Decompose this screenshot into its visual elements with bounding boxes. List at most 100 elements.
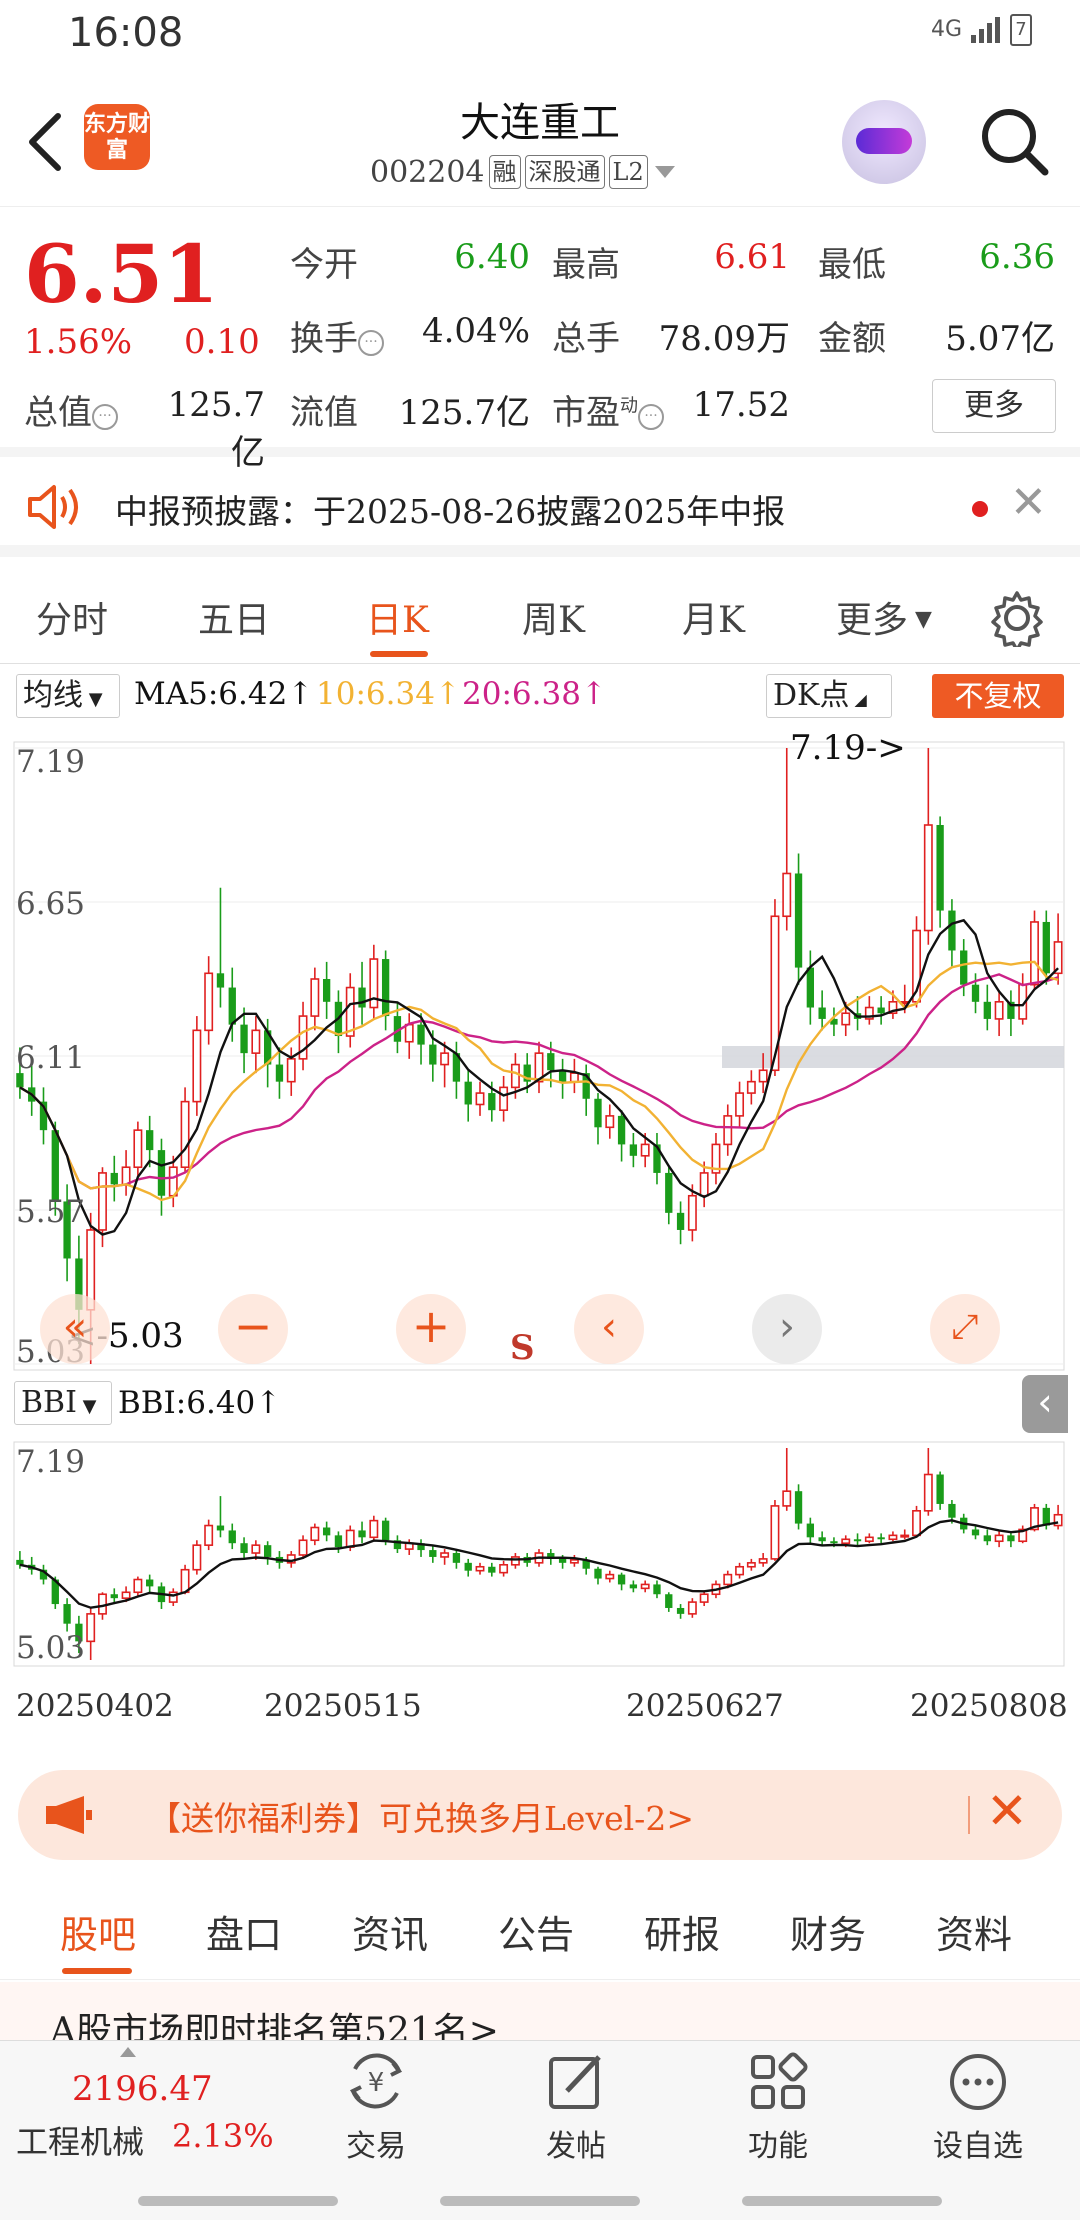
tab-order-book[interactable]: 盘口 (206, 1904, 282, 1959)
search-icon[interactable] (975, 102, 1055, 182)
tab-forum[interactable]: 股吧 (60, 1904, 136, 1959)
candle-body-up (782, 872, 792, 918)
candle-body-down (653, 1584, 661, 1595)
tab-announcements[interactable]: 公告 (498, 1904, 574, 1959)
current-price: 6.51 (24, 227, 219, 321)
change-percent: 1.56% (24, 322, 133, 362)
candle-body-down (853, 1539, 862, 1542)
candle-body-down (1007, 1535, 1015, 1542)
nav-trade[interactable]: ¥ 交易 (316, 2049, 436, 2165)
tab-financials[interactable]: 财务 (790, 1904, 866, 1959)
candle-body-down (594, 1568, 602, 1579)
info-icon[interactable]: ··· (92, 404, 118, 430)
candle-body-up (923, 1473, 933, 1512)
tab-news[interactable]: 资讯 (352, 1904, 428, 1959)
candle-body-up (723, 1573, 733, 1586)
adjust-mode-button[interactable]: 不复权 (932, 674, 1064, 718)
nav-post[interactable]: 发帖 (516, 2049, 636, 2165)
tab-profile[interactable]: 资料 (936, 1904, 1012, 1959)
nav-pill[interactable] (742, 2196, 942, 2206)
indicator-select[interactable]: BBI ▼ (14, 1381, 112, 1425)
zoom-in-button[interactable]: + (396, 1294, 466, 1364)
tab-daily-k[interactable]: 日K (366, 591, 429, 643)
info-icon[interactable]: ··· (638, 404, 664, 430)
sector-index-value[interactable]: 2196.47 (72, 2069, 213, 2109)
bbi-chart[interactable]: 7.19 5.03 (0, 1436, 1080, 1676)
nav-functions[interactable]: 功能 (718, 2049, 838, 2165)
candle-body-down (464, 1562, 472, 1571)
fullscreen-icon[interactable]: ⤢ (930, 1294, 1000, 1364)
candle-body-down (240, 1024, 248, 1054)
more-quote-button[interactable]: 更多 (932, 379, 1056, 433)
candle-body-up (864, 1536, 874, 1543)
k-line-svg[interactable]: 7.196.656.115.575.03 (0, 726, 1080, 1371)
candle-body-up (251, 1544, 261, 1554)
candle-body-down (665, 1172, 673, 1213)
candle-body-down (971, 984, 980, 1002)
gear-icon[interactable] (988, 589, 1046, 647)
candle-body-up (204, 1524, 214, 1546)
yen-exchange-icon: ¥ (349, 2053, 403, 2109)
ma-select[interactable]: 均线 ▼ (16, 674, 120, 718)
tab-intraday[interactable]: 分时 (36, 591, 108, 643)
ranking-strip[interactable]: A股市场即时排名第521名> (0, 1982, 1080, 2040)
candle-body-down (240, 1543, 248, 1554)
scroll-right-button[interactable]: › (752, 1294, 822, 1364)
candle-body-down (983, 1001, 991, 1019)
k-line-chart[interactable]: 7.196.656.115.575.03 7.19-> <-5.03 S « −… (0, 726, 1080, 1371)
collapse-panel-icon[interactable]: ‹ (1022, 1375, 1068, 1433)
close-icon[interactable]: ✕ (1010, 477, 1047, 528)
info-icon[interactable]: ··· (358, 330, 384, 356)
float-value-label: 流值 (290, 393, 358, 433)
nav-pill[interactable] (440, 2196, 640, 2206)
candle-body-up (133, 1578, 143, 1594)
nav-pill[interactable] (138, 2196, 338, 2206)
tab-research[interactable]: 研报 (644, 1904, 720, 1959)
tab-five-day[interactable]: 五日 (198, 591, 270, 643)
tab-monthly-k[interactable]: 月K (682, 591, 745, 643)
expand-caret-icon[interactable] (120, 2047, 136, 2057)
candle-body-down (429, 1044, 437, 1065)
candle-body-down (358, 1530, 366, 1538)
scroll-left-button[interactable]: ‹ (574, 1294, 644, 1364)
candle-body-up (251, 1029, 261, 1054)
candle-body-down (334, 1535, 343, 1548)
total-value-label[interactable]: 总值 ··· (24, 385, 118, 434)
candle-body-up (782, 1490, 792, 1507)
tab-more[interactable]: 更多 ▼ (836, 591, 932, 643)
candle-body-down (676, 1607, 685, 1614)
candle-body-down (488, 1093, 496, 1111)
dk-point-button[interactable]: DK点 ◢ (766, 674, 892, 718)
turnover-label[interactable]: 换手 ··· (290, 311, 384, 360)
high-value: 6.61 (714, 237, 790, 277)
change-amount: 0.10 (184, 322, 260, 362)
sector-name[interactable]: 工程机械 (16, 2117, 144, 2163)
caret-down-icon[interactable] (652, 162, 678, 182)
zoom-out-button[interactable]: − (218, 1294, 288, 1364)
tab-weekly-k[interactable]: 周K (522, 591, 585, 643)
candle-body-up (699, 1593, 709, 1603)
candle-body-down (806, 1523, 815, 1538)
ai-assistant-avatar[interactable] (842, 100, 926, 184)
candle-body-up (735, 1092, 745, 1117)
candle-body-up (746, 1080, 756, 1094)
candle-body-up (298, 1539, 308, 1556)
nav-add-watchlist[interactable]: 设自选 (918, 2049, 1038, 2165)
notice-banner[interactable]: 中报预披露：于2025-08-26披露2025年中报 ✕ (0, 457, 1080, 557)
stock-code-row[interactable]: 002204 融 深股通 L2 (370, 152, 678, 192)
candle-body-down (594, 1098, 602, 1128)
candle-body-up (605, 1573, 615, 1580)
candle-body-up (192, 1029, 202, 1103)
close-icon[interactable]: ✕ (986, 1782, 1028, 1840)
candle-body-up (912, 1510, 921, 1537)
candle-body-down (936, 825, 944, 911)
bbi-svg[interactable]: 7.19 5.03 (0, 1436, 1080, 1676)
candle-body-up (841, 1012, 851, 1026)
pe-label[interactable]: 市盈动 ··· (552, 385, 664, 434)
candle-body-up (758, 1558, 768, 1564)
promo-banner[interactable]: 【送你福利券】可兑换多月Level-2> ✕ (18, 1770, 1062, 1860)
jump-start-button[interactable]: « (40, 1294, 110, 1364)
candle-body-down (830, 1541, 838, 1544)
speaker-icon (28, 485, 78, 529)
bbi-toolbar: BBI ▼ BBI:6.40↑ ‹ (0, 1375, 1080, 1433)
